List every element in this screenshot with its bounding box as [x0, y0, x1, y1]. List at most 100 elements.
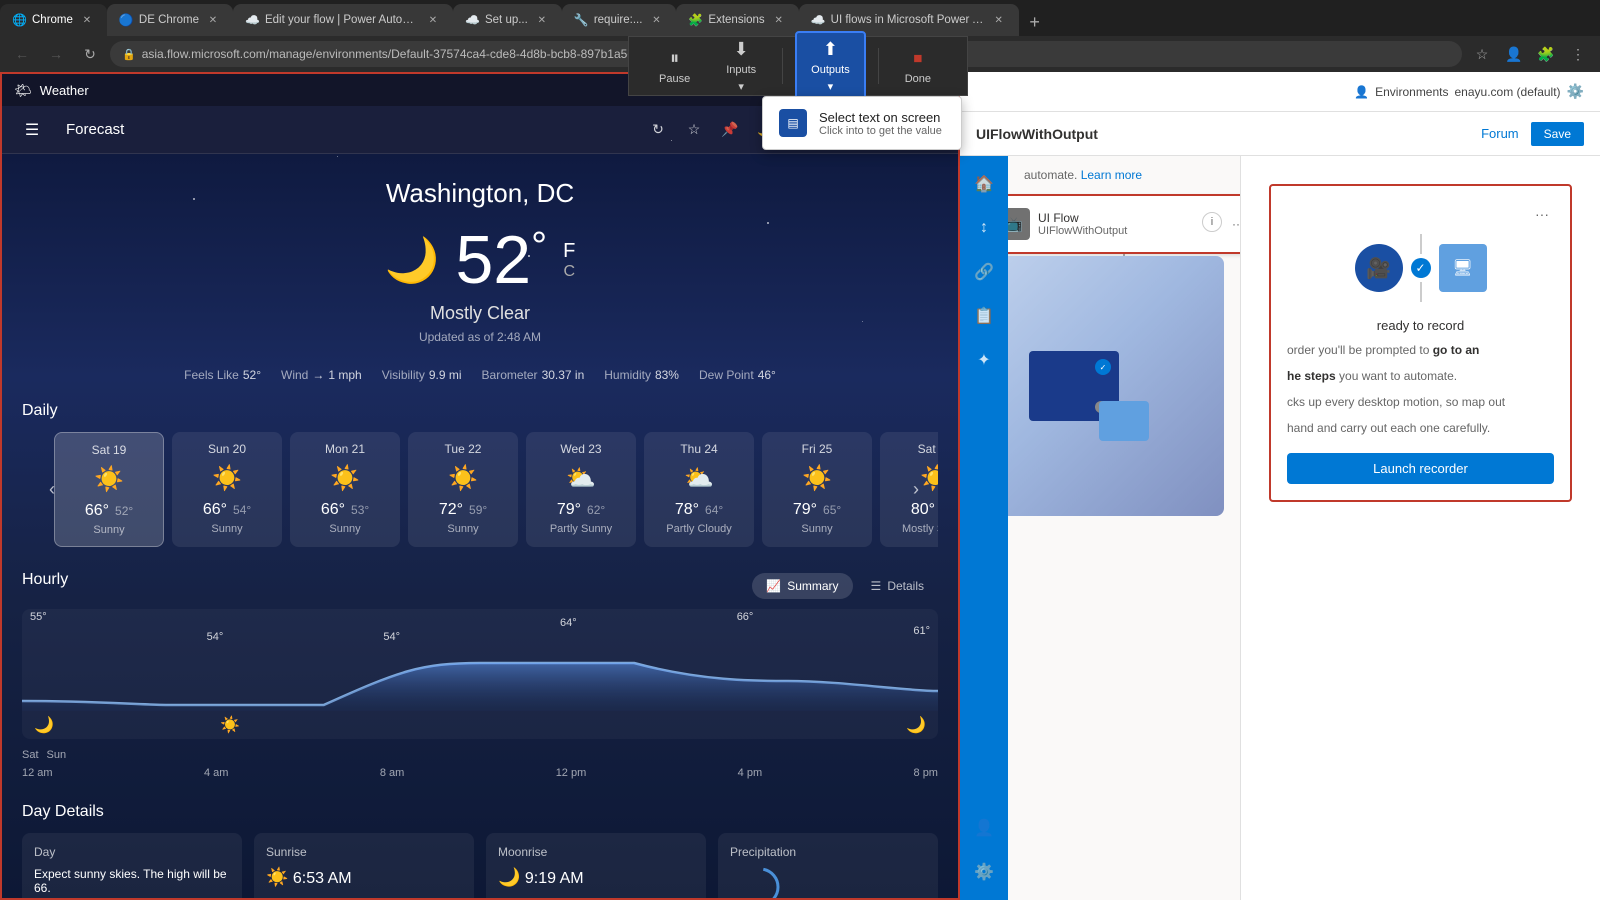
recorder-line-2: [1420, 282, 1422, 302]
recorder-icons-row: 🎥 ✓ 🖥: [1287, 234, 1554, 302]
daily-title: Daily: [22, 402, 58, 420]
sidebar-item-connectors[interactable]: 🔗: [964, 252, 1004, 292]
daily-scroll: Sat 19 ☀️ 66° 52° Sunny Sun 20 ☀️ 66° 54…: [22, 432, 938, 547]
tab-pa[interactable]: ☁️ Edit your flow | Power Automate ✕: [233, 4, 453, 36]
daily-scroll-left[interactable]: ‹: [38, 476, 66, 504]
done-button[interactable]: ⏹ Done: [891, 42, 945, 91]
tab-close-ui[interactable]: ✕: [991, 12, 1007, 28]
day-card-6[interactable]: Fri 25 ☀️ 79° 65° Sunny: [762, 432, 872, 547]
weather-favorite-button[interactable]: ☆: [678, 114, 710, 146]
pa-env-label: Environments: [1375, 85, 1448, 99]
learn-more-link[interactable]: Learn more: [1081, 168, 1142, 182]
humidity-label: Humidity: [604, 368, 651, 382]
summary-tab[interactable]: 📈 Summary: [752, 573, 852, 599]
tab-close-ext[interactable]: ✕: [771, 12, 787, 28]
day-high-0: 66°: [85, 502, 109, 520]
wind-value: 1 mph: [328, 368, 361, 382]
celsius-button[interactable]: C: [563, 263, 575, 281]
day-details-title: Day Details: [22, 803, 938, 821]
day-card-0[interactable]: Sat 19 ☀️ 66° 52° Sunny: [54, 432, 164, 547]
tab-setup[interactable]: ☁️ Set up... ✕: [453, 4, 562, 36]
day-name-5: Thu 24: [680, 442, 717, 456]
pa-env-info: 👤 Environments enayu.com (default) ⚙️: [1354, 83, 1584, 100]
sidebar-item-flow[interactable]: ↕: [964, 208, 1004, 248]
flow-step-more-2[interactable]: ···: [1226, 212, 1240, 236]
flow-step-info-btn[interactable]: i: [1202, 212, 1222, 232]
back-button[interactable]: ←: [8, 40, 36, 68]
day-card-4[interactable]: Wed 23 ⛅ 79° 62° Partly Sunny: [526, 432, 636, 547]
extensions-button[interactable]: 🧩: [1532, 40, 1560, 68]
pause-button[interactable]: ⏸ Pause: [645, 42, 704, 91]
new-tab-button[interactable]: +: [1019, 8, 1051, 36]
forward-button[interactable]: →: [42, 40, 70, 68]
day-card-2[interactable]: Mon 21 ☀️ 66° 53° Sunny: [290, 432, 400, 547]
tab-close-1[interactable]: ✕: [79, 12, 95, 28]
tab-title-pa: Edit your flow | Power Automate: [265, 14, 419, 26]
day-temps-6: 79° 65°: [793, 501, 841, 519]
pa-right-panel: ··· 🎥 ✓ 🖥 ready t: [1240, 156, 1600, 900]
day-condition-2: Sunny: [329, 523, 360, 535]
sidebar-item-data[interactable]: 📋: [964, 296, 1004, 336]
sunrise-icon: ☀️: [266, 867, 288, 887]
sidebar-item-ai[interactable]: ✦: [964, 340, 1004, 380]
sidebar-item-home[interactable]: 🏠: [964, 164, 1004, 204]
tab-extensions[interactable]: 🧩 Extensions ✕: [676, 4, 798, 36]
tab-requires[interactable]: 🔧 require:... ✕: [562, 4, 677, 36]
learn-more-text: automate.: [1024, 168, 1081, 182]
weather-menu-button[interactable]: ☰: [14, 112, 50, 148]
profile-icon: 👤: [974, 818, 994, 838]
day-card-3[interactable]: Tue 22 ☀️ 72° 59° Sunny: [408, 432, 518, 547]
tab-close-req[interactable]: ✕: [648, 12, 664, 28]
pa-settings-icon[interactable]: ⚙️: [1567, 83, 1584, 100]
inputs-button[interactable]: ⬇ Inputs ▾: [712, 33, 770, 99]
daily-scroll-right[interactable]: ›: [902, 476, 930, 504]
wind-detail: Wind → 1 mph: [281, 368, 362, 382]
wind-label: Wind: [281, 368, 308, 382]
sidebar-item-profile[interactable]: 👤: [964, 808, 1004, 848]
pa-save-button[interactable]: Save: [1531, 122, 1584, 146]
day-card-5[interactable]: Thu 24 ⛅ 78° 64° Partly Cloudy: [644, 432, 754, 547]
day-temps-1: 66° 54°: [203, 501, 251, 519]
weather-condition: Mostly Clear: [22, 303, 938, 324]
fahrenheit-button[interactable]: F: [563, 240, 575, 263]
weather-content: Washington, DC 🌙 52° F C Mostly Clear Up…: [2, 154, 958, 898]
pa-forum-link[interactable]: Forum: [1481, 126, 1519, 141]
launch-recorder-button[interactable]: Launch recorder: [1287, 453, 1554, 484]
pa-env-name: enayu.com (default): [1455, 85, 1561, 99]
weather-refresh-button[interactable]: ↻: [642, 114, 674, 146]
weather-app: 🌤 Weather ☰ Forecast ↻ ☆ 📌 🌙 ··· Washing…: [0, 72, 960, 900]
tab-icon-pa: ☁️: [245, 13, 259, 27]
hourly-title: Hourly: [22, 571, 68, 589]
day-card-1[interactable]: Sun 20 ☀️ 66° 54° Sunny: [172, 432, 282, 547]
recorder-screen-icon: 🖥: [1439, 244, 1487, 292]
details-tab[interactable]: ☰ Details: [857, 573, 938, 599]
tab-close-setup[interactable]: ✕: [534, 12, 550, 28]
tab-title-ui: UI flows in Microsoft Power Au...: [831, 14, 985, 26]
profile-button[interactable]: 👤: [1500, 40, 1528, 68]
day-name-0: Sat 19: [92, 443, 127, 457]
visibility-label: Visibility: [382, 368, 425, 382]
recorder-preview-bg: ✓: [1008, 256, 1224, 516]
recorder-card: ··· 🎥 ✓ 🖥 ready t: [1269, 184, 1572, 502]
select-text-option[interactable]: ▤ Select text on screen Click into to ge…: [763, 97, 961, 149]
outputs-button[interactable]: ⬆ Outputs ▾: [795, 31, 866, 101]
weather-pin-button[interactable]: 📌: [714, 114, 746, 146]
recorder-close-btn[interactable]: ···: [1530, 202, 1554, 226]
hourly-tabs: 📈 Summary ☰ Details: [752, 573, 938, 599]
day-name-3: Tue 22: [445, 442, 482, 456]
tab-close-pa[interactable]: ✕: [425, 12, 441, 28]
menu-button[interactable]: ⋮: [1564, 40, 1592, 68]
tab-close-de[interactable]: ✕: [205, 12, 221, 28]
temp-label-0: 55°: [30, 611, 47, 643]
tab-chrome[interactable]: 🌐 Chrome ✕: [0, 4, 107, 36]
flow-step-sublabel-2: UIFlowWithOutput: [1038, 225, 1192, 237]
sidebar-item-settings[interactable]: ⚙️: [964, 852, 1004, 892]
tab-de-chrome[interactable]: 🔵 DE Chrome ✕: [107, 4, 233, 36]
day-name-2: Mon 21: [325, 442, 365, 456]
day-detail-sunrise-title: Sunrise: [266, 845, 462, 859]
day-detail-precip-value: [730, 867, 926, 898]
bookmark-button[interactable]: ☆: [1468, 40, 1496, 68]
recorder-ready-text: ready to record: [1287, 318, 1554, 333]
day-detail-sunrise: Sunrise ☀️ 6:53 AM: [254, 833, 474, 898]
reload-button[interactable]: ↻: [76, 40, 104, 68]
